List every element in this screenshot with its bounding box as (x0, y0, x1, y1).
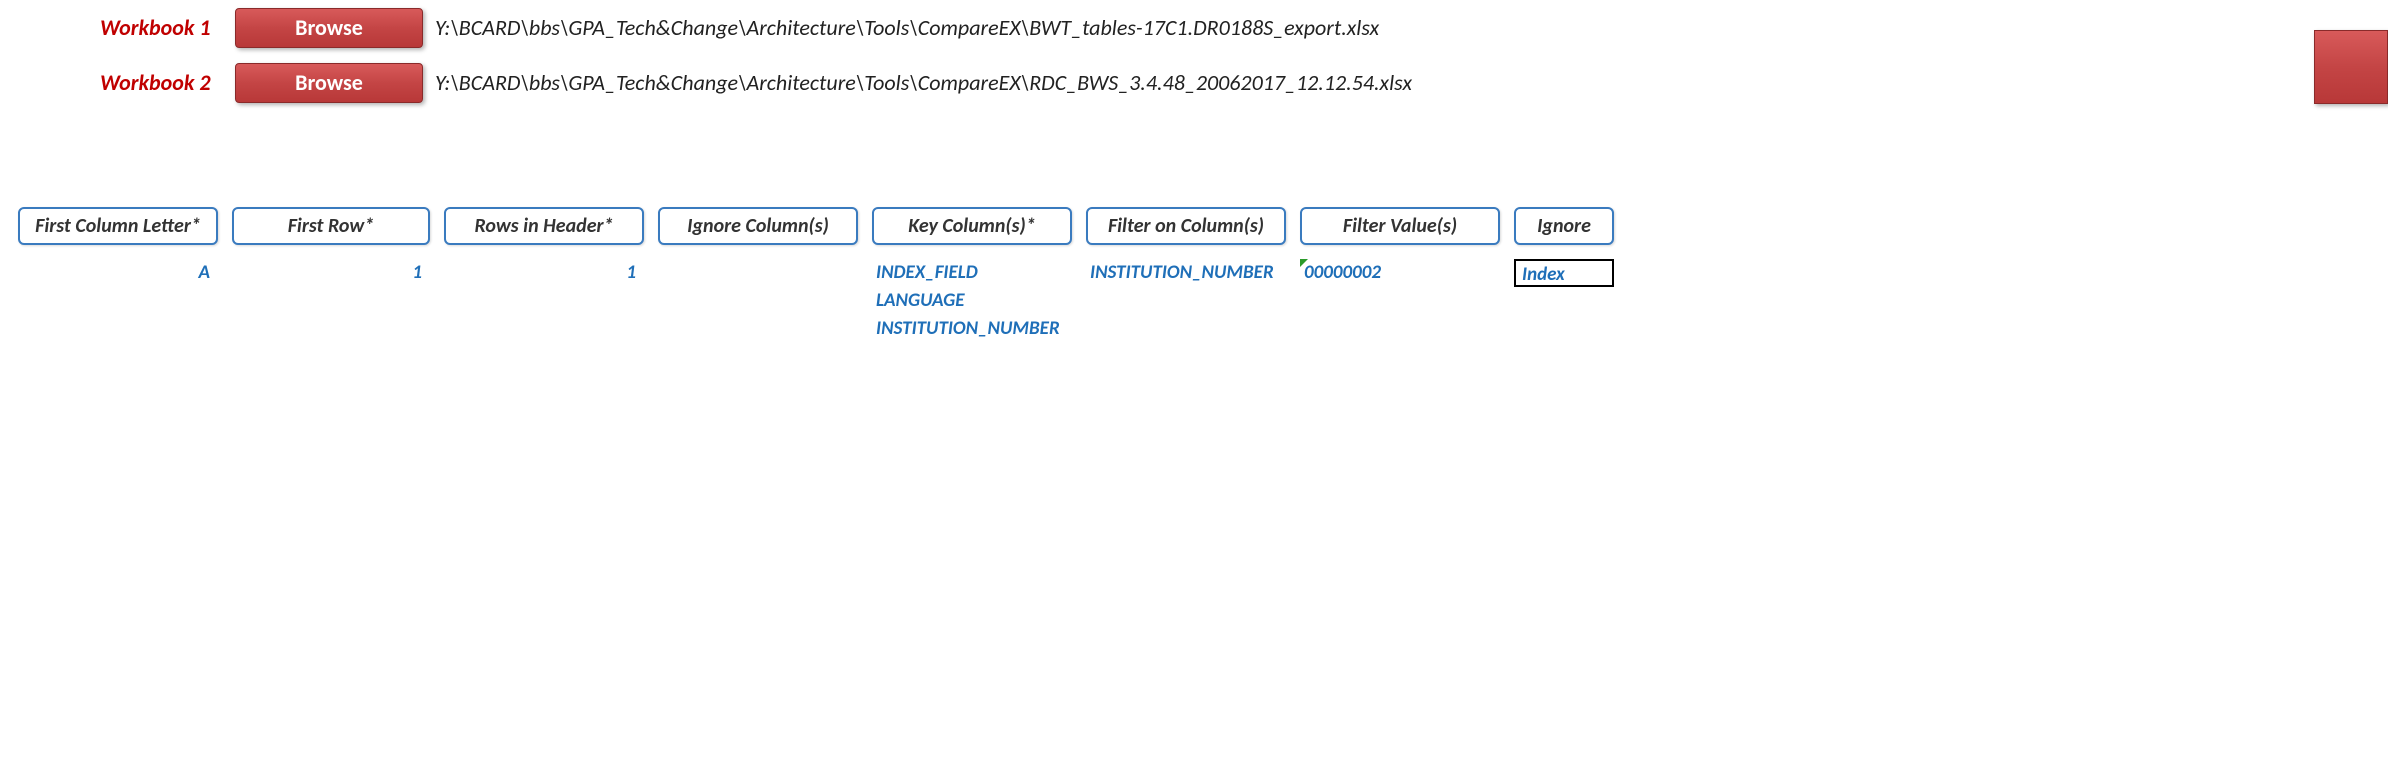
parameters-area: First Column Letter* A First Row* 1 Rows… (18, 207, 1614, 343)
col-key-columns: Key Column(s)* INDEX_FIELD LANGUAGE INST… (872, 207, 1072, 343)
value-first-row[interactable]: 1 (232, 259, 430, 287)
col-rows-in-header: Rows in Header* 1 (444, 207, 644, 343)
col-ignore-columns: Ignore Column(s) (658, 207, 858, 343)
value-filter-values-0[interactable]: 00000002 (1300, 259, 1500, 287)
browse-button-2[interactable]: Browse (235, 63, 423, 103)
value-key-columns-2[interactable]: INSTITUTION_NUMBER (872, 315, 1072, 343)
value-key-columns-1[interactable]: LANGUAGE (872, 287, 1072, 315)
header-rows-in-header[interactable]: Rows in Header* (444, 207, 644, 245)
header-key-columns[interactable]: Key Column(s)* (872, 207, 1072, 245)
value-filter-on-columns-0[interactable]: INSTITUTION_NUMBER (1086, 259, 1286, 287)
col-ignore: Ignore Index (1514, 207, 1614, 343)
col-first-row: First Row* 1 (232, 207, 430, 343)
header-filter-on-columns[interactable]: Filter on Column(s) (1086, 207, 1286, 245)
workbook-1-label: Workbook 1 (100, 14, 235, 41)
value-rows-in-header[interactable]: 1 (444, 259, 644, 287)
value-key-columns-0[interactable]: INDEX_FIELD (872, 259, 1072, 287)
workbook-row-1: Workbook 1 Browse Y:\BCARD\bbs\GPA_Tech&… (100, 0, 2388, 55)
workbook-row-2: Workbook 2 Browse Y:\BCARD\bbs\GPA_Tech&… (100, 55, 2388, 110)
col-first-column-letter: First Column Letter* A (18, 207, 218, 343)
workbook-1-path: Y:\BCARD\bbs\GPA_Tech&Change\Architectur… (435, 14, 1379, 41)
col-filter-on-columns: Filter on Column(s) INSTITUTION_NUMBER (1086, 207, 1286, 343)
value-ignore-0[interactable]: Index (1514, 259, 1614, 287)
col-filter-values: Filter Value(s) 00000002 (1300, 207, 1500, 343)
header-ignore[interactable]: Ignore (1514, 207, 1614, 245)
workbook-2-path: Y:\BCARD\bbs\GPA_Tech&Change\Architectur… (435, 69, 1412, 96)
value-first-column-letter[interactable]: A (18, 259, 218, 287)
browse-button-1[interactable]: Browse (235, 8, 423, 48)
header-first-column-letter[interactable]: First Column Letter* (18, 207, 218, 245)
header-first-row[interactable]: First Row* (232, 207, 430, 245)
workbook-2-label: Workbook 2 (100, 69, 235, 96)
header-ignore-columns[interactable]: Ignore Column(s) (658, 207, 858, 245)
header-filter-values[interactable]: Filter Value(s) (1300, 207, 1500, 245)
compare-button[interactable] (2314, 30, 2388, 104)
